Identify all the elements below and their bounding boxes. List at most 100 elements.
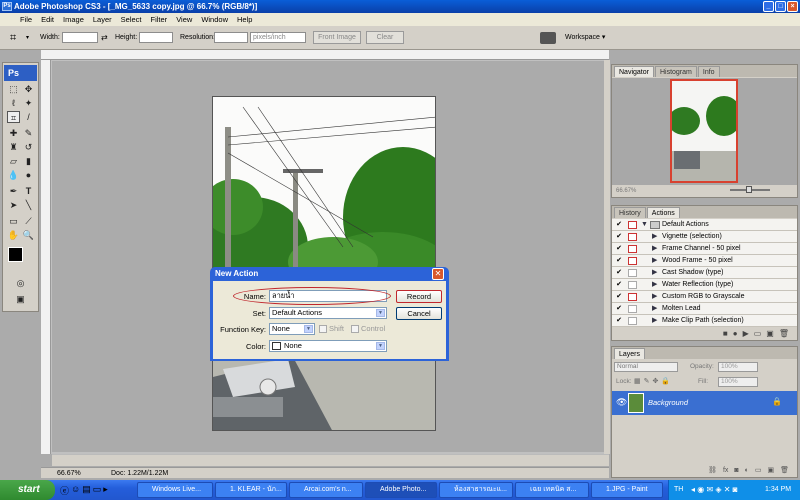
control-checkbox[interactable] <box>351 325 359 333</box>
taskbar-item-windows-live[interactable]: Windows Live... <box>137 482 213 498</box>
action-row[interactable]: ✔ ▶ Make Clip Path (selection) <box>612 315 797 327</box>
new-layer-icon[interactable]: ▣ <box>767 465 774 477</box>
action-row[interactable]: ✔ ▶ Molten Lead <box>612 303 797 315</box>
menu-layer[interactable]: Layer <box>89 13 116 26</box>
foreground-color-swatch[interactable] <box>8 247 23 262</box>
navigator-zoom[interactable]: 66.67% <box>616 188 636 194</box>
taskbar-item-photoshop[interactable]: Adobe Photo... <box>365 482 437 498</box>
quick-mask-icon[interactable]: ◎ <box>14 277 27 289</box>
clear-button[interactable]: Clear <box>366 31 404 44</box>
width-input[interactable] <box>62 32 98 43</box>
adjustment-layer-icon[interactable]: ◐ <box>745 465 749 477</box>
notes-tool-icon[interactable]: ▭ <box>7 215 20 227</box>
blur-tool-icon[interactable]: 💧 <box>7 169 20 181</box>
hand-tool-icon[interactable]: ✋ <box>7 229 20 241</box>
opacity-input[interactable]: 100% <box>718 362 758 372</box>
taskbar-item-arcai[interactable]: Arcai.com's n... <box>289 482 363 498</box>
lock-position-icon[interactable]: ✥ <box>653 377 659 385</box>
menu-filter[interactable]: Filter <box>147 13 172 26</box>
resolution-input[interactable] <box>214 32 248 43</box>
workspace-menu[interactable]: Workspace ▾ <box>565 32 605 43</box>
menu-select[interactable]: Select <box>117 13 146 26</box>
taskbar-item-klear[interactable]: 1. KLEAR - นัก... <box>215 482 287 498</box>
new-group-icon[interactable]: ▭ <box>755 465 762 477</box>
link-layers-icon[interactable]: ⛓ <box>708 465 717 477</box>
type-tool-icon[interactable]: T <box>22 185 35 197</box>
trash-icon[interactable]: 🗑 <box>780 465 789 477</box>
language-indicator[interactable]: TH <box>674 480 683 500</box>
zoom-tool-icon[interactable]: 🔍 <box>22 229 35 241</box>
desktop-icon[interactable]: ▭ <box>93 484 102 497</box>
minimize-button[interactable]: _ <box>763 1 774 12</box>
tab-history[interactable]: History <box>614 207 646 218</box>
maximize-button[interactable]: □ <box>775 1 786 12</box>
zoom-level[interactable]: 66.67% <box>57 468 81 479</box>
color-select[interactable]: None ▼ <box>269 340 387 352</box>
fill-input[interactable]: 100% <box>718 377 758 387</box>
gradient-icon[interactable]: ▮ <box>22 155 35 167</box>
horizontal-scrollbar[interactable] <box>52 454 609 466</box>
play-icon[interactable]: ▶ <box>743 328 749 340</box>
stop-icon[interactable]: ■ <box>723 328 728 340</box>
brush-tool-icon[interactable]: ✎ <box>22 127 35 139</box>
front-image-button[interactable]: Front Image <box>313 31 361 44</box>
record-icon[interactable]: ● <box>733 328 738 340</box>
visibility-eye-icon[interactable]: 👁 <box>616 397 627 408</box>
tab-info[interactable]: Info <box>697 66 720 77</box>
dialog-close-button[interactable]: ✕ <box>432 268 444 280</box>
lock-transparent-icon[interactable]: ▦ <box>634 377 641 385</box>
layer-row-background[interactable]: 👁 Background 🔒 <box>612 391 797 415</box>
crop-tool-icon[interactable]: ⌗ <box>10 31 24 45</box>
messenger-icon[interactable]: ☺ <box>71 484 80 497</box>
tab-layers[interactable]: Layers <box>614 348 646 359</box>
layer-name[interactable]: Background <box>648 398 688 407</box>
tab-histogram[interactable]: Histogram <box>654 66 697 77</box>
layer-style-icon[interactable]: fx <box>723 465 728 477</box>
taskbar-item-paint[interactable]: 1.JPG - Paint <box>591 482 663 498</box>
action-row[interactable]: ✔ ▶ Custom RGB to Grayscale <box>612 291 797 303</box>
close-button[interactable]: × <box>787 1 798 12</box>
menu-file[interactable]: File <box>16 13 36 26</box>
clone-stamp-icon[interactable]: ♜ <box>7 141 20 153</box>
tray-icons[interactable]: ◂ ◉ ✉ ◈ ✕ ◙ <box>691 480 738 500</box>
clock[interactable]: 1:34 PM <box>765 480 791 500</box>
tab-navigator[interactable]: Navigator <box>614 66 654 77</box>
brushes-palette-icon[interactable] <box>540 32 556 44</box>
dodge-tool-icon[interactable]: ● <box>22 169 35 181</box>
action-row[interactable]: ✔ ▶ Frame Channel - 50 pixel <box>612 243 797 255</box>
shift-checkbox[interactable] <box>319 325 327 333</box>
menu-edit[interactable]: Edit <box>37 13 58 26</box>
function-key-select[interactable]: None ▼ <box>269 323 315 335</box>
menu-window[interactable]: Window <box>197 13 232 26</box>
menu-help[interactable]: Help <box>233 13 256 26</box>
action-row[interactable]: ✔ ▶ Vignette (selection) <box>612 231 797 243</box>
path-selection-icon[interactable]: ➤ <box>7 199 20 211</box>
healing-brush-icon[interactable]: ✚ <box>7 127 20 139</box>
tab-actions[interactable]: Actions <box>646 207 680 218</box>
ie-icon[interactable]: ⓔ <box>60 484 69 497</box>
move-tool-icon[interactable]: ✥ <box>22 83 35 95</box>
pen-tool-icon[interactable]: ✒ <box>7 185 20 197</box>
new-set-icon[interactable]: ▭ <box>754 328 762 340</box>
lock-pixels-icon[interactable]: ✎ <box>644 377 650 385</box>
menu-image[interactable]: Image <box>59 13 88 26</box>
taskbar-item-thai-page[interactable]: ห้องสาธารณะแ... <box>439 482 513 498</box>
navigator-thumbnail[interactable] <box>670 79 738 183</box>
history-brush-icon[interactable]: ↺ <box>22 141 35 153</box>
set-select[interactable]: Default Actions ▼ <box>269 307 387 319</box>
trash-icon[interactable]: 🗑 <box>779 328 789 340</box>
cancel-button[interactable]: Cancel <box>396 307 442 320</box>
folder-icon[interactable]: ▤ <box>82 484 91 497</box>
action-row[interactable]: ✔ ▶ Wood Frame - 50 pixel <box>612 255 797 267</box>
eraser-icon[interactable]: ▱ <box>7 155 20 167</box>
resolution-units-select[interactable]: pixels/inch <box>250 32 306 43</box>
slider-handle[interactable] <box>746 186 752 193</box>
lock-all-icon[interactable]: 🔒 <box>661 377 670 385</box>
crop-tool-icon[interactable]: ⌗ <box>7 111 20 123</box>
quicklaunch-icon[interactable]: ▸ <box>103 484 108 497</box>
document-image[interactable] <box>212 96 436 431</box>
slice-tool-icon[interactable]: / <box>22 111 35 123</box>
lasso-tool-icon[interactable]: ℓ <box>7 97 20 109</box>
marquee-tool-icon[interactable]: ⬚ <box>7 83 20 95</box>
line-tool-icon[interactable]: ╲ <box>22 199 35 211</box>
